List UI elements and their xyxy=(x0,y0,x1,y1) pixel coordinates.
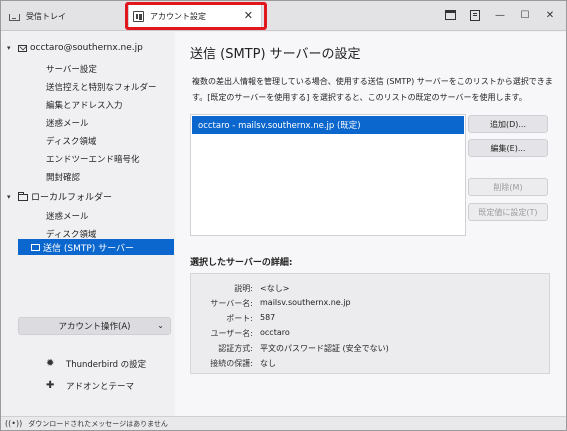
tree-item-junk[interactable]: 迷惑メール xyxy=(46,117,89,129)
detail-label: 説明: xyxy=(234,284,253,293)
tab-account-settings[interactable]: アカウント設定 ✕ xyxy=(128,3,262,29)
puzzle-icon: ✚ xyxy=(46,380,55,391)
detail-label: 接続の保護: xyxy=(210,359,253,368)
chevron-down-icon[interactable]: ▾ xyxy=(7,193,15,201)
chevron-down-icon[interactable]: ▾ xyxy=(7,44,15,52)
smtp-server-row[interactable]: occtaro - mailsv.southernx.ne.jp (既定) xyxy=(192,116,464,134)
tasks-icon xyxy=(470,9,480,21)
status-message: ダウンロードされたメッセージはありません xyxy=(28,419,168,428)
minimize-button[interactable]: — xyxy=(492,7,508,23)
account-actions-button[interactable]: アカウント操作(A) ⌄ xyxy=(18,317,171,335)
online-status-icon[interactable]: ((•)) xyxy=(5,419,22,428)
tree-item-smtp-label: 送信 (SMTP) サーバー xyxy=(43,243,135,254)
set-default-button[interactable]: 既定値に設定(T) xyxy=(468,203,548,221)
detail-label: サーバー名: xyxy=(210,299,253,308)
detail-row: 認証方式: 平文のパスワード認証 (安全でない) xyxy=(191,343,551,357)
detail-row: 接続の保護: なし xyxy=(191,358,551,372)
smtp-settings-pane: 送信 (SMTP) サーバーの設定 複数の差出人情報を管理している場合、使用する… xyxy=(175,32,566,416)
calendar-button[interactable] xyxy=(442,7,458,23)
tree-item-server-settings[interactable]: サーバー設定 xyxy=(46,63,97,75)
inbox-icon xyxy=(9,14,20,21)
description-line: す。[既定のサーバーを使用する] を選択すると、このリストの既定のサーバーを使用… xyxy=(192,93,527,102)
status-bar: ((•)) ダウンロードされたメッセージはありません xyxy=(1,416,566,430)
detail-row: 説明: <なし> xyxy=(191,283,551,297)
tree-account-header[interactable]: ▾ occtaro@southernx.ne.jp xyxy=(7,43,143,53)
add-server-button[interactable]: 追加(D)... xyxy=(468,115,548,133)
delete-server-button[interactable]: 削除(M) xyxy=(468,178,548,196)
detail-value: <なし> xyxy=(260,284,290,293)
tree-account-label: occtaro@southernx.ne.jp xyxy=(30,43,143,53)
chevron-down-icon: ⌄ xyxy=(157,321,164,330)
detail-value: 平文のパスワード認証 (安全でない) xyxy=(260,344,389,353)
thunderbird-settings-link[interactable]: ✹ Thunderbird の設定 xyxy=(46,358,147,371)
detail-value: occtaro xyxy=(260,328,290,337)
server-details-box: 説明: <なし> サーバー名: mailsv.southernx.ne.jp ポ… xyxy=(190,273,550,374)
thunderbird-window: 受信トレイ アカウント設定 ✕ — ☐ ✕ ▾ occtaro@southern… xyxy=(0,0,567,431)
details-heading: 選択したサーバーの詳細: xyxy=(190,258,293,268)
tree-item-disk-space[interactable]: ディスク領域 xyxy=(46,135,96,147)
detail-value: 587 xyxy=(260,313,276,322)
tree-item-local-junk[interactable]: 迷惑メール xyxy=(46,210,89,222)
thunderbird-settings-label: Thunderbird の設定 xyxy=(66,360,147,370)
tree-local-folders-header[interactable]: ▾ ローカルフォルダー xyxy=(7,190,112,203)
detail-row: ユーザー名: occtaro xyxy=(191,328,551,342)
tab-inbox-label: 受信トレイ xyxy=(26,11,66,21)
tree-local-folders-label: ローカルフォルダー xyxy=(31,193,113,203)
tab-inbox[interactable]: 受信トレイ xyxy=(5,3,123,29)
description-line: 複数の差出人情報を管理している場合、使用する送信 (SMTP) サーバーをこのリ… xyxy=(192,77,553,86)
close-window-button[interactable]: ✕ xyxy=(542,7,558,23)
folder-icon xyxy=(18,191,28,201)
tasks-button[interactable] xyxy=(467,7,483,23)
detail-row: ポート: 587 xyxy=(191,313,551,327)
outgoing-mail-icon xyxy=(31,243,40,251)
calendar-icon xyxy=(444,10,456,20)
account-tree-sidebar: ▾ occtaro@southernx.ne.jp サーバー設定 送信控えと特別… xyxy=(1,32,174,416)
tree-item-return-receipts[interactable]: 開封確認 xyxy=(46,171,80,183)
tree-item-copies-folders[interactable]: 送信控えと特別なフォルダー xyxy=(46,81,157,93)
tabbar-tools: — ☐ ✕ xyxy=(442,7,558,23)
tree-item-e2e-encryption[interactable]: エンドツーエンド暗号化 xyxy=(46,153,140,165)
description: 複数の差出人情報を管理している場合、使用する送信 (SMTP) サーバーをこのリ… xyxy=(192,74,564,106)
page-title: 送信 (SMTP) サーバーの設定 xyxy=(190,47,361,62)
detail-label: 認証方式: xyxy=(218,344,253,353)
detail-value: なし xyxy=(260,359,276,368)
tree-item-composition[interactable]: 編集とアドレス入力 xyxy=(46,99,123,111)
gear-icon: ✹ xyxy=(46,358,55,369)
tab-bar: 受信トレイ アカウント設定 ✕ — ☐ ✕ xyxy=(1,1,566,31)
detail-label: ユーザー名: xyxy=(210,329,253,338)
detail-label: ポート: xyxy=(226,314,253,323)
tree-item-smtp-servers[interactable]: 送信 (SMTP) サーバー xyxy=(18,239,174,255)
tab-close-icon[interactable]: ✕ xyxy=(244,9,253,23)
addons-themes-label: アドオンとテーマ xyxy=(66,382,135,392)
edit-server-button[interactable]: 編集(E)... xyxy=(468,139,548,157)
account-actions-label: アカウント操作(A) xyxy=(58,322,131,332)
tab-account-settings-label: アカウント設定 xyxy=(150,12,206,21)
detail-row: サーバー名: mailsv.southernx.ne.jp xyxy=(191,298,551,312)
detail-value: mailsv.southernx.ne.jp xyxy=(260,298,351,307)
smtp-server-list[interactable]: occtaro - mailsv.southernx.ne.jp (既定) xyxy=(190,114,466,236)
maximize-button[interactable]: ☐ xyxy=(517,7,533,23)
account-settings-icon xyxy=(133,11,144,22)
mail-account-icon xyxy=(18,44,27,52)
addons-themes-link[interactable]: ✚ アドオンとテーマ xyxy=(46,380,135,393)
